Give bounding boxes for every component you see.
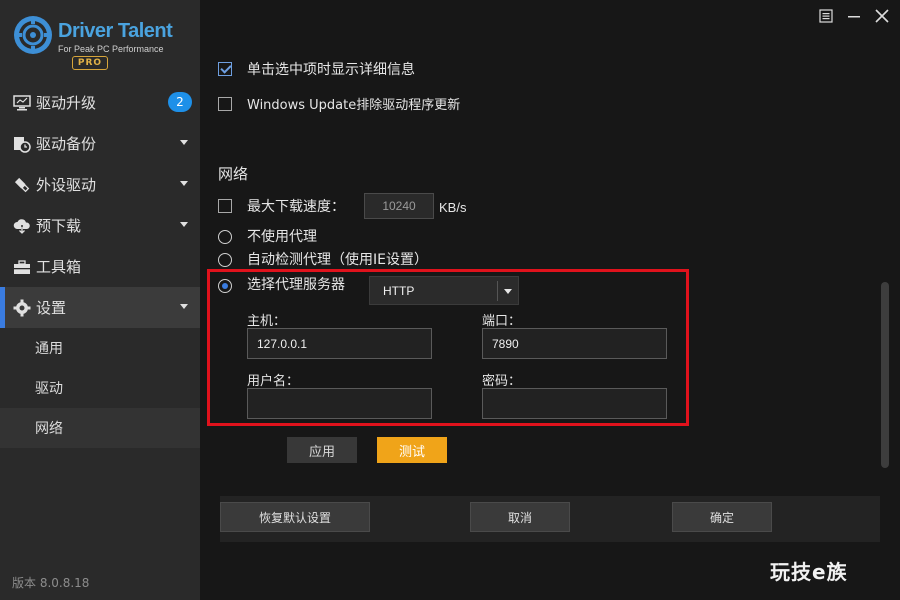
monitor-icon	[12, 93, 32, 113]
chevron-down-icon	[180, 222, 188, 227]
max-speed-checkbox[interactable]	[218, 199, 232, 213]
sidebar-item-label: 驱动升级	[36, 94, 97, 112]
sidebar-subitem-network[interactable]: 网络	[0, 408, 200, 448]
sidebar-item-driver-backup[interactable]: 驱动备份	[0, 123, 200, 164]
annotation-highlight-box	[207, 269, 689, 426]
sidebar-item-label: 工具箱	[36, 258, 82, 276]
sidebar-item-peripheral-drivers[interactable]: 外设驱动	[0, 164, 200, 205]
max-speed-unit: KB/s	[439, 200, 467, 215]
toolbox-icon	[12, 257, 32, 277]
chevron-down-icon	[180, 181, 188, 186]
ok-button[interactable]: 确定	[672, 502, 772, 532]
sidebar-item-toolbox[interactable]: 工具箱	[0, 246, 200, 287]
test-button[interactable]: 测试	[377, 437, 447, 463]
brand-tagline: For Peak PC Performance	[58, 44, 164, 54]
no-proxy-label: 不使用代理	[247, 229, 317, 245]
auto-detect-proxy-label: 自动检测代理（使用IE设置）	[247, 252, 428, 268]
restore-defaults-button[interactable]: 恢复默认设置	[220, 502, 370, 532]
chevron-down-icon	[180, 140, 188, 145]
sidebar-subitem-driver[interactable]: 驱动	[0, 368, 200, 408]
sidebar-item-label: 设置	[36, 299, 67, 317]
sidebar-item-pre-download[interactable]: 预下载	[0, 205, 200, 246]
chevron-down-icon	[180, 304, 188, 309]
sidebar-item-label: 驱动备份	[36, 135, 97, 153]
brand-name: Driver Talent	[58, 20, 173, 42]
sidebar-item-label: 外设驱动	[36, 176, 97, 194]
watermark-text: 玩技e族	[770, 560, 848, 584]
no-proxy-radio[interactable]	[218, 230, 232, 244]
windows-update-exclude-label: Windows Update排除驱动程序更新	[247, 98, 461, 113]
cloud-download-icon	[12, 216, 32, 236]
sidebar-item-settings[interactable]: 设置	[0, 287, 200, 328]
scrollbar[interactable]	[881, 282, 889, 468]
max-speed-input[interactable]: 10240	[364, 193, 434, 219]
gear-icon	[12, 298, 32, 318]
single-click-detail-label: 单击选中项时显示详细信息	[247, 62, 415, 78]
driver-talent-logo-icon	[14, 16, 52, 54]
sidebar-item-driver-update[interactable]: 驱动升级 2	[0, 82, 200, 123]
minimize-icon[interactable]	[846, 8, 862, 24]
app-logo: Driver Talent For Peak PC Performance PR…	[12, 12, 192, 70]
auto-detect-proxy-radio[interactable]	[218, 253, 232, 267]
max-speed-label: 最大下载速度：	[247, 199, 345, 215]
close-icon[interactable]	[874, 8, 890, 24]
usb-icon	[12, 175, 32, 195]
edition-badge: PRO	[72, 56, 108, 70]
menu-icon[interactable]	[818, 8, 834, 24]
single-click-detail-checkbox[interactable]	[218, 62, 232, 76]
update-count-badge: 2	[168, 92, 192, 112]
version-label: 版本 8.0.8.18	[12, 576, 90, 590]
backup-clock-icon	[12, 134, 32, 154]
apply-button[interactable]: 应用	[287, 437, 357, 463]
windows-update-exclude-checkbox[interactable]	[218, 97, 232, 111]
sidebar: Driver Talent For Peak PC Performance PR…	[0, 0, 200, 600]
network-section-title: 网络	[218, 165, 249, 183]
sidebar-item-label: 预下载	[36, 217, 82, 235]
sidebar-subitem-general[interactable]: 通用	[0, 328, 200, 368]
cancel-button[interactable]: 取消	[470, 502, 570, 532]
